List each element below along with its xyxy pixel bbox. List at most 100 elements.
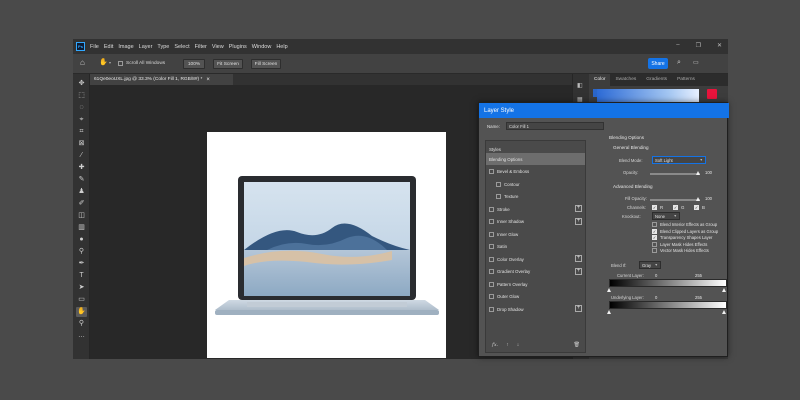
- brush-tool-icon[interactable]: ✎: [76, 175, 87, 185]
- style-checkbox[interactable]: [489, 169, 494, 174]
- menu-edit[interactable]: Edit: [104, 44, 113, 50]
- advanced-option-checkbox[interactable]: [652, 241, 657, 247]
- advanced-option[interactable]: Blend Interior Effects as Group: [652, 222, 717, 227]
- home-icon[interactable]: ⌂: [80, 58, 85, 67]
- menu-window[interactable]: Window: [252, 44, 272, 50]
- current-layer-black-thumb[interactable]: [607, 288, 611, 292]
- scroll-all-windows-checkbox[interactable]: [118, 61, 123, 66]
- add-effect-icon[interactable]: +: [575, 305, 582, 312]
- frame-tool-icon[interactable]: ⊠: [76, 139, 87, 149]
- pen-tool-icon[interactable]: ✒: [76, 259, 87, 269]
- opacity-slider[interactable]: [650, 173, 700, 175]
- fill-opacity-slider[interactable]: [650, 199, 700, 201]
- add-effect-icon[interactable]: +: [575, 205, 582, 212]
- zoom-tool-icon[interactable]: ⚲: [76, 319, 87, 329]
- style-checkbox[interactable]: [489, 219, 494, 224]
- style-checkbox[interactable]: [489, 281, 494, 287]
- menu-filter[interactable]: Filter: [195, 44, 207, 50]
- style-checkbox[interactable]: [489, 206, 494, 212]
- more-tools-icon[interactable]: …: [76, 331, 87, 341]
- style-item[interactable]: Blending Options: [486, 153, 585, 165]
- style-checkbox[interactable]: [496, 194, 501, 199]
- color-spectrum[interactable]: [597, 89, 699, 103]
- style-checkbox[interactable]: [489, 269, 494, 274]
- move-down-icon[interactable]: ↓: [517, 342, 520, 348]
- fill-screen-button[interactable]: Fill Screen: [251, 59, 281, 69]
- underlying-layer-black-thumb[interactable]: [607, 310, 611, 314]
- style-checkbox[interactable]: [496, 181, 501, 187]
- hand-tool-icon[interactable]: ✋: [76, 307, 87, 317]
- advanced-option[interactable]: Vector Mask Hides Effects: [652, 248, 709, 253]
- eyedropper-tool-icon[interactable]: ⁄: [76, 151, 87, 161]
- advanced-option-checkbox[interactable]: ✓: [652, 235, 657, 240]
- menu-image[interactable]: Image: [118, 44, 133, 50]
- type-tool-icon[interactable]: T: [76, 271, 87, 281]
- chevron-down-icon[interactable]: ▾: [109, 60, 111, 65]
- style-item[interactable]: Bevel & Emboss: [486, 166, 585, 178]
- gradient-tool-icon[interactable]: ▥: [76, 223, 87, 233]
- document-tab[interactable]: 61Qe0eoUXL.jpg @ 33.3% (Color Fill 1, RG…: [90, 74, 233, 85]
- blend-if-select[interactable]: Gray ▼: [639, 261, 661, 269]
- red-color-swatch[interactable]: [707, 89, 717, 99]
- panel-toggle-icon[interactable]: ◧: [577, 82, 583, 89]
- fx-icon[interactable]: fx.: [492, 342, 498, 348]
- history-brush-tool-icon[interactable]: ✐: [76, 199, 87, 209]
- blur-tool-icon[interactable]: ●: [76, 235, 87, 245]
- workspace-icon[interactable]: ▭: [693, 59, 699, 66]
- trash-icon[interactable]: 🗑: [574, 342, 580, 348]
- style-item[interactable]: Inner Shadow +: [486, 216, 585, 228]
- style-item[interactable]: Pattern Overlay: [486, 278, 585, 290]
- underlying-layer-white-thumb[interactable]: [722, 310, 726, 314]
- opacity-slider-thumb[interactable]: [696, 171, 700, 175]
- channel-r[interactable]: ✓ R: [652, 205, 663, 210]
- path-selection-tool-icon[interactable]: ➤: [76, 283, 87, 293]
- style-checkbox[interactable]: [489, 231, 494, 237]
- advanced-option[interactable]: ✓ Blend Clipped Layers as Group: [652, 228, 718, 234]
- style-item[interactable]: Outer Glow: [486, 291, 585, 303]
- restore-icon[interactable]: ❐: [696, 42, 701, 49]
- search-icon[interactable]: ⌕: [677, 59, 681, 67]
- close-icon[interactable]: ✕: [717, 42, 722, 49]
- document-canvas[interactable]: [207, 132, 446, 358]
- hand-tool-icon[interactable]: ✋: [99, 58, 108, 66]
- advanced-option[interactable]: Layer Mask Hides Effects: [652, 241, 707, 247]
- zoom-100-button[interactable]: 100%: [183, 59, 205, 69]
- advanced-option-checkbox[interactable]: ✓: [652, 228, 657, 234]
- channel-b-checkbox[interactable]: ✓: [694, 205, 699, 210]
- add-effect-icon[interactable]: +: [575, 255, 582, 262]
- healing-brush-tool-icon[interactable]: ✚: [76, 163, 87, 173]
- name-input[interactable]: Color Fill 1: [505, 122, 604, 130]
- fill-opacity-slider-thumb[interactable]: [696, 197, 700, 201]
- crop-tool-icon[interactable]: ⌗: [76, 127, 87, 137]
- channel-b[interactable]: ✓ B: [694, 205, 705, 210]
- style-checkbox[interactable]: [489, 294, 494, 299]
- style-checkbox[interactable]: [489, 256, 494, 262]
- move-up-icon[interactable]: ↑: [506, 342, 509, 348]
- add-effect-icon[interactable]: +: [575, 217, 582, 225]
- tab-swatches[interactable]: Swatches: [610, 74, 641, 86]
- channel-g-checkbox[interactable]: ✓: [673, 205, 678, 210]
- share-button[interactable]: Share: [648, 58, 668, 69]
- advanced-option-checkbox[interactable]: [652, 248, 657, 253]
- style-item[interactable]: Satin: [486, 241, 585, 253]
- rectangle-tool-icon[interactable]: ▭: [76, 295, 87, 305]
- style-checkbox[interactable]: [489, 244, 494, 249]
- add-effect-icon[interactable]: +: [575, 267, 582, 275]
- style-item[interactable]: Gradient Overlay +: [486, 266, 585, 278]
- tab-gradients[interactable]: Gradients: [641, 74, 672, 86]
- advanced-option[interactable]: ✓ Transparency Shapes Layer: [652, 235, 712, 240]
- menu-layer[interactable]: Layer: [139, 44, 153, 50]
- channel-g[interactable]: ✓ G: [673, 205, 684, 210]
- menu-help[interactable]: Help: [276, 44, 287, 50]
- blend-mode-select[interactable]: Soft Light ▼: [652, 156, 706, 164]
- tab-patterns[interactable]: Patterns: [672, 74, 700, 86]
- current-layer-gradient[interactable]: [609, 279, 727, 287]
- eraser-tool-icon[interactable]: ◫: [76, 211, 87, 221]
- style-item[interactable]: Texture: [486, 191, 585, 203]
- current-layer-white-thumb[interactable]: [722, 288, 726, 292]
- close-icon[interactable]: ×: [206, 77, 210, 83]
- marquee-tool-icon[interactable]: ⬚: [76, 91, 87, 101]
- opacity-value[interactable]: 100: [705, 170, 712, 175]
- dodge-tool-icon[interactable]: ⚲: [76, 247, 87, 257]
- menu-type[interactable]: Type: [157, 44, 169, 50]
